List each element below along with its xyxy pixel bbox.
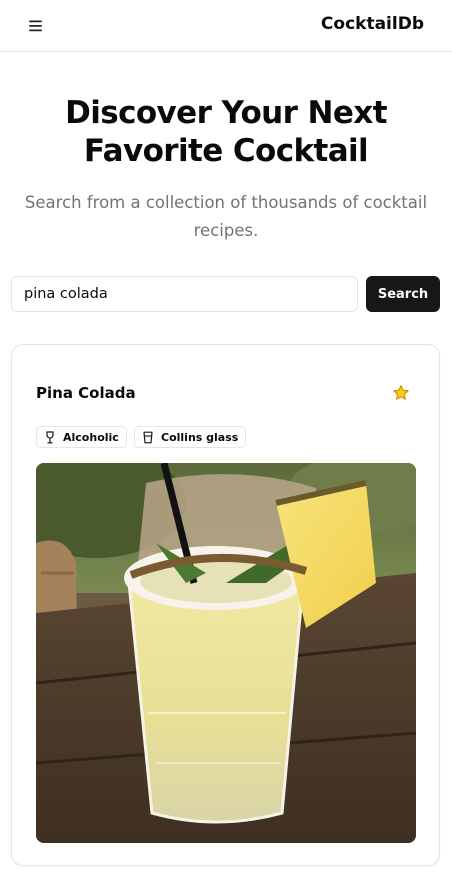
search-input[interactable]: [11, 276, 358, 312]
star-icon[interactable]: [391, 383, 411, 403]
tumbler-glass-icon: [141, 430, 155, 444]
category-badge: Alcoholic: [36, 426, 127, 448]
page-subtitle: Search from a collection of thousands of…: [24, 193, 428, 240]
badge-label: Alcoholic: [63, 430, 119, 444]
brand-title[interactable]: CocktailDb: [321, 13, 424, 35]
page-title: Discover Your Next Favorite Cocktail: [65, 95, 387, 169]
cocktail-name: Pina Colada: [36, 384, 136, 402]
wine-glass-icon: [43, 430, 57, 444]
badge-label: Collins glass: [161, 430, 239, 444]
search-button[interactable]: Search: [366, 276, 440, 312]
cocktail-card[interactable]: Pina Colada Alcoholic Collins glass: [11, 344, 440, 866]
hamburger-menu-icon[interactable]: [24, 14, 48, 38]
glass-badge: Collins glass: [134, 426, 247, 448]
app-header: CocktailDb: [0, 0, 452, 52]
cocktail-photo: [36, 463, 416, 843]
